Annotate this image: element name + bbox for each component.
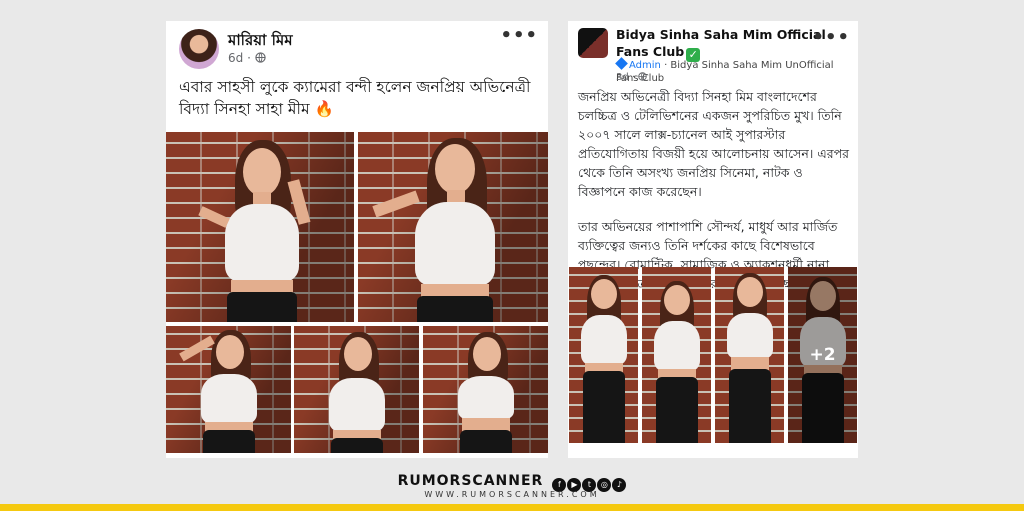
- post-meta: 3d ·: [616, 72, 648, 83]
- author-avatar[interactable]: [179, 29, 219, 69]
- post-photo-2[interactable]: [358, 132, 548, 322]
- more-photos-overlay[interactable]: +2: [788, 267, 857, 443]
- post-photo-5[interactable]: [423, 326, 548, 453]
- more-options-icon[interactable]: •••: [500, 25, 538, 46]
- page-avatar[interactable]: [578, 28, 608, 58]
- admin-badge-icon: [615, 57, 628, 70]
- post-photo-4[interactable]: [294, 326, 419, 453]
- globe-icon: [255, 51, 266, 65]
- post-paragraph-1: জনপ্রিয় অভিনেত্রী বিদ্যা সিনহা মিম বাংল…: [578, 89, 850, 199]
- globe-icon: [638, 72, 648, 83]
- page-name-text[interactable]: Bidya Sinha Saha Mim Official Fans Club: [616, 27, 826, 59]
- brand-logo: RUMORSCANNER f ▶ t ◎ ♪: [0, 470, 1024, 492]
- more-options-icon[interactable]: •••: [812, 27, 850, 48]
- post-time[interactable]: 3d: [616, 72, 629, 83]
- post-meta: 6d ·: [228, 51, 266, 65]
- more-photos-count: +2: [809, 345, 836, 365]
- brand-url: WWW.RUMORSCANNER.COM: [424, 490, 600, 499]
- post-photo-3[interactable]: [166, 326, 291, 453]
- admin-row: Admin · Bidya Sinha Saha Mim UnOfficial …: [615, 57, 852, 85]
- post-caption: এবার সাহসী লুকে ক্যামেরা বন্দী হলেন জনপ্…: [179, 78, 531, 118]
- post-photo-2[interactable]: [642, 267, 711, 443]
- post-photo-1[interactable]: [166, 132, 354, 322]
- right-post-card: Bidya Sinha Saha Mim Official Fans Club ✓…: [568, 21, 858, 458]
- brand-name: RUMORSCANNER: [397, 473, 544, 489]
- post-photo-4[interactable]: +2: [788, 267, 857, 443]
- social-icons: f ▶ t ◎ ♪: [551, 472, 627, 492]
- post-time[interactable]: 6d: [228, 51, 243, 65]
- accent-bar: [0, 504, 1024, 511]
- post-photo-1[interactable]: [569, 267, 638, 443]
- left-post-card: মারিয়া মিম 6d · ••• এবার সাহসী লুকে ক্য…: [166, 21, 548, 458]
- admin-badge: Admin: [629, 60, 661, 71]
- page-name[interactable]: Bidya Sinha Saha Mim Official Fans Club ✓: [616, 26, 826, 62]
- post-photo-3[interactable]: [715, 267, 784, 443]
